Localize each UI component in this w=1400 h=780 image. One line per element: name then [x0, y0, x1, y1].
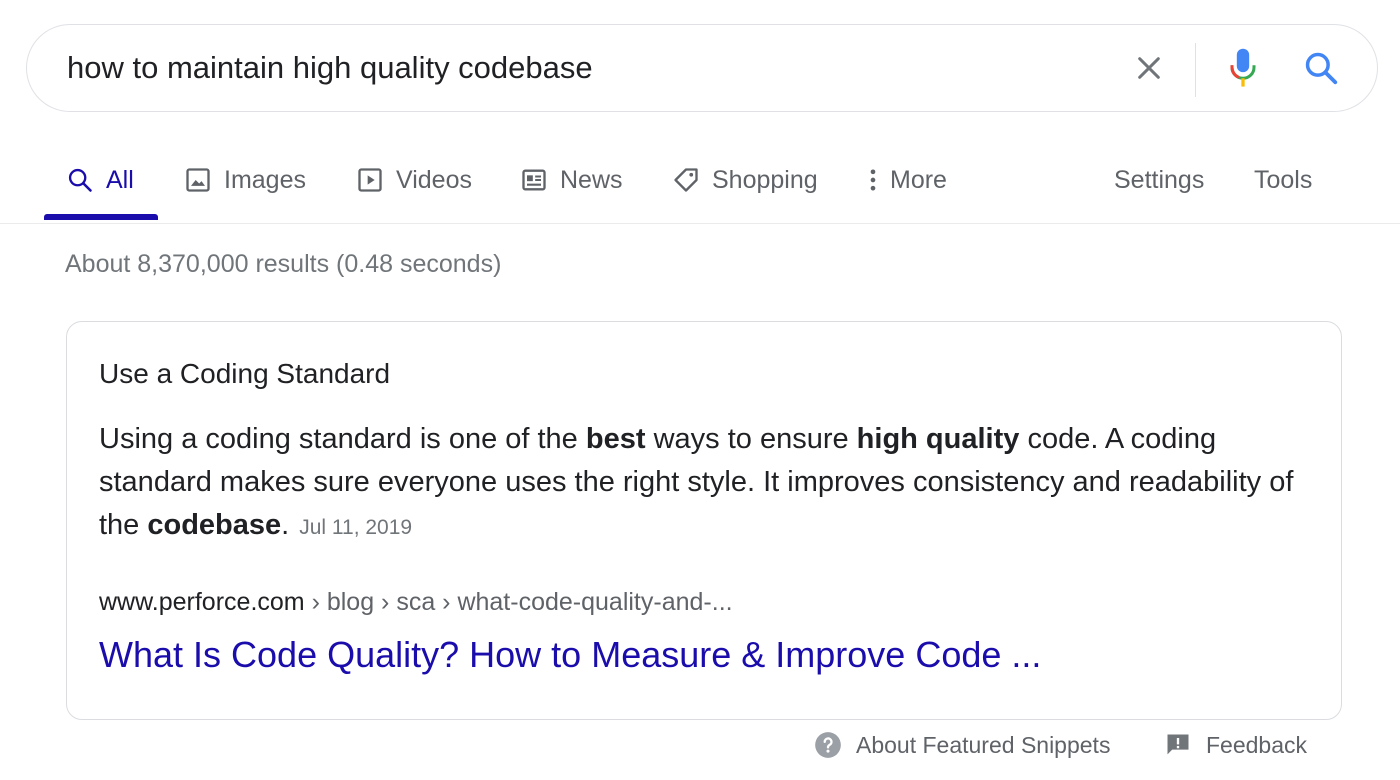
url-domain: www.perforce.com: [99, 588, 305, 616]
result-stats: About 8,370,000 results (0.48 seconds): [65, 250, 502, 278]
about-featured-snippets-link[interactable]: About Featured Snippets: [814, 728, 1110, 762]
tag-icon: [674, 168, 698, 192]
about-snippets-label: About Featured Snippets: [856, 731, 1111, 758]
search-input[interactable]: [67, 25, 1107, 111]
feedback-label: Feedback: [1206, 731, 1308, 758]
feedback-link[interactable]: Feedback: [1164, 728, 1307, 762]
search-tabs: All Images Videos News Shopping More Set…: [0, 150, 1400, 224]
microphone-icon: [1230, 48, 1256, 87]
search-submit-button[interactable]: [1291, 25, 1351, 111]
image-icon: [186, 168, 210, 192]
play-icon: [358, 168, 382, 192]
tab-label: More: [890, 165, 947, 194]
snippet-highlight: best: [585, 423, 646, 455]
snippet-highlight: codebase: [147, 509, 282, 541]
tab-label: Shopping: [712, 165, 818, 194]
voice-search-button[interactable]: [1213, 25, 1273, 111]
tab-all[interactable]: All: [66, 150, 134, 210]
settings-link[interactable]: Settings: [1114, 150, 1204, 210]
snippet-title-link[interactable]: What Is Code Quality? How to Measure & I…: [99, 634, 1041, 676]
tab-label: News: [560, 165, 623, 194]
tab-more[interactable]: More: [864, 150, 947, 210]
tab-shopping[interactable]: Shopping: [672, 150, 818, 210]
settings-label: Settings: [1114, 165, 1205, 194]
search-bar-divider: [1195, 43, 1196, 97]
featured-snippet-card: Use a Coding Standard Using a coding sta…: [66, 321, 1342, 720]
snippet-text: Using a coding standard is one of the: [99, 423, 586, 455]
tools-label: Tools: [1254, 165, 1313, 194]
snippet-text: ways to ensure: [645, 423, 857, 455]
tab-label: Images: [224, 165, 306, 194]
tab-videos[interactable]: Videos: [356, 150, 472, 210]
search-icon: [1305, 52, 1338, 85]
feedback-icon: [1167, 734, 1189, 755]
news-icon: [522, 169, 546, 191]
url-breadcrumbs: › blog › sca › what-code-quality-and-...: [304, 588, 733, 616]
help-icon: [815, 732, 841, 758]
active-tab-indicator: [44, 214, 158, 220]
more-vert-icon: [870, 169, 876, 191]
snippet-text: .: [281, 509, 290, 541]
tab-news[interactable]: News: [520, 150, 623, 210]
tab-label: All: [106, 165, 134, 194]
tab-images[interactable]: Images: [184, 150, 306, 210]
snippet-date: Jul 11, 2019: [299, 516, 413, 539]
tools-link[interactable]: Tools: [1254, 150, 1312, 210]
tab-label: Videos: [396, 165, 472, 194]
snippet-url[interactable]: www.perforce.com › blog › sca › what-cod…: [99, 588, 733, 617]
search-bar: [26, 24, 1378, 112]
search-results-page: All Images Videos News: [0, 0, 1400, 780]
close-icon: [1138, 57, 1160, 79]
clear-button[interactable]: [1119, 25, 1179, 111]
snippet-heading: Use a Coding Standard: [99, 358, 391, 389]
snippet-highlight: high quality: [856, 423, 1020, 455]
tabs-divider: [0, 223, 1400, 224]
search-icon: [68, 168, 92, 192]
snippet-body: Using a coding standard is one of the be…: [99, 418, 1309, 549]
